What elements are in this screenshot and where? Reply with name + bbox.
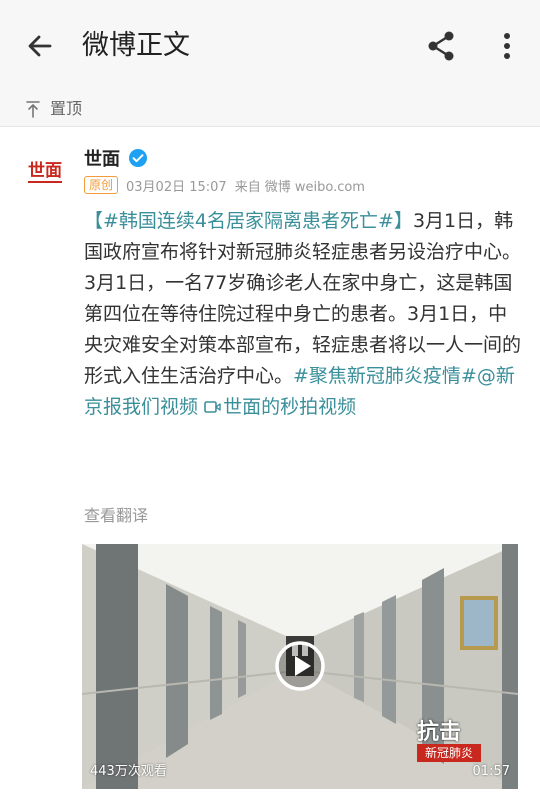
post-source: 微博 weibo.com — [264, 179, 365, 195]
watermark-top-text: 抗击 — [417, 719, 462, 745]
author-name[interactable]: 世面 — [84, 145, 120, 171]
watermark-bottom-text: 新冠肺炎 — [417, 744, 481, 762]
topic-link[interactable]: 【#韩国连续4名居家隔离患者死亡#】 — [84, 210, 413, 232]
video-link[interactable]: 世面的秒拍视频 — [204, 396, 356, 418]
pinned-label: 置顶 — [50, 99, 83, 118]
play-button-icon[interactable] — [274, 640, 326, 692]
post-content: 【#韩国连续4名居家隔离患者死亡#】3月1日，韩国政府宣布将针对新冠肺炎轻症患者… — [84, 206, 524, 423]
video-icon — [204, 401, 221, 413]
original-badge: 原创 — [84, 176, 119, 194]
pinned-bar: 置顶 — [0, 92, 540, 127]
svg-text:世面: 世面 — [28, 161, 62, 181]
pin-top-icon — [26, 101, 40, 118]
back-arrow-icon[interactable] — [22, 28, 58, 64]
more-options-icon[interactable] — [494, 28, 520, 64]
author-row: 世面 — [84, 144, 148, 172]
post-body-text: 3月1日，韩国政府宣布将针对新冠肺炎轻症患者另设治疗中心。3月1日，一名77岁确… — [84, 210, 522, 387]
post-meta: 原创 03月02日 15:07 来自 微博 weibo.com — [84, 174, 365, 196]
video-watermark: 抗击 新冠肺炎 — [417, 720, 483, 762]
avatar[interactable]: 世面 — [22, 148, 68, 194]
hashtag-link[interactable]: #聚焦新冠肺炎疫情# — [293, 365, 477, 387]
verified-badge-icon — [129, 149, 147, 167]
video-duration: 01:57 — [472, 764, 510, 779]
translate-link[interactable]: 查看翻译 — [84, 505, 148, 527]
video-player[interactable]: 抗击 新冠肺炎 443万次观看 01:57 — [82, 544, 518, 789]
view-count: 443万次观看 — [90, 764, 167, 779]
post-time: 03月02日 15:07 — [126, 179, 227, 195]
app-bar: 微博正文 — [0, 0, 540, 92]
video-link-label: 世面的秒拍视频 — [223, 396, 357, 418]
source-prefix: 来自 — [234, 179, 261, 195]
avatar-logo: 世面 — [22, 148, 68, 194]
share-icon[interactable] — [424, 28, 458, 64]
page-title: 微博正文 — [82, 30, 190, 61]
